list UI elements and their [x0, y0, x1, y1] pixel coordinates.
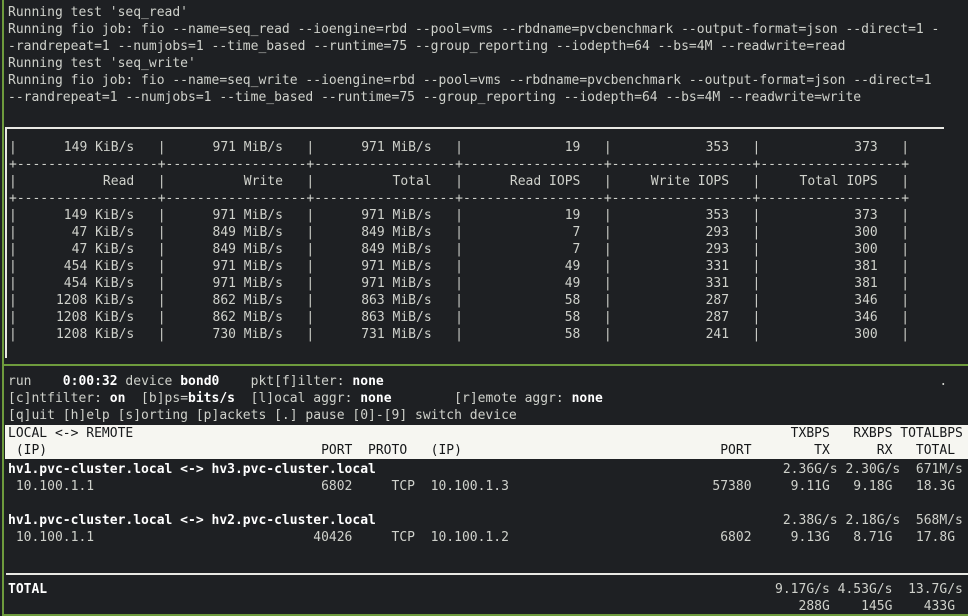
jnettop-keys-line: [q]uit [h]elp [s]orting [p]ackets [.] pa… [8, 407, 947, 424]
stream-rates: 2.38G/s 2.18G/s 568M/s [376, 513, 963, 528]
fio-table-separator: +------------------+------------------+-… [9, 156, 909, 173]
runtime-value: 0:00:32 [63, 374, 118, 389]
text-run: | 454 KiB/s | 971 MiB/s | 971 MiB/s | 49… [9, 259, 909, 274]
text-run: | 1208 KiB/s | 862 MiB/s | 863 MiB/s | 5… [9, 293, 909, 308]
fio-table-row: | 1208 KiB/s | 862 MiB/s | 863 MiB/s | 5… [9, 309, 909, 326]
jnettop-status-line-1: run 0:00:32 device bond0 pkt[f]ilter: no… [8, 373, 947, 390]
device-label: device [118, 374, 181, 389]
jnettop-total-pane: TOTAL 9.17G/s 4.53G/s 13.7G/s [8, 581, 963, 615]
jnettop-stream-detail: 10.100.1.1 40426 TCP 10.100.1.2 6802 9.1… [8, 529, 963, 546]
text-run: +------------------+------------------+-… [9, 191, 909, 206]
stream-hosts: hv1.pvc-cluster.local <-> hv2.pvc-cluste… [8, 513, 376, 528]
jnettop-status-pane: run 0:00:32 device bond0 pkt[f]ilter: no… [8, 373, 947, 424]
text-run: | 454 KiB/s | 971 MiB/s | 971 MiB/s | 49… [9, 276, 909, 291]
fio-table-preview-row: | 149 KiB/s | 971 MiB/s | 971 MiB/s | 19… [9, 139, 909, 156]
blank-line [8, 495, 963, 512]
text-run: | 149 KiB/s | 971 MiB/s | 971 MiB/s | 19… [9, 140, 909, 155]
pkt-filter-value: none [352, 374, 383, 389]
jnettop-status-line-2: [c]ntfilter: on [b]ps=bits/s [l]ocal agg… [8, 390, 947, 407]
pane-border-vertical [5, 129, 7, 358]
stream-detail: 10.100.1.1 40426 TCP 10.100.1.2 6802 9.1… [8, 530, 955, 545]
bps-label: [b]ps= [125, 391, 188, 406]
fio-log-pane: Running test 'seq_read' Running fio job:… [8, 4, 939, 106]
device-value: bond0 [180, 374, 219, 389]
jnettop-column-header: LOCAL <-> REMOTE TXBPS RXBPS TOTALBPS (I… [5, 425, 968, 459]
text-run: +------------------+------------------+-… [9, 157, 909, 172]
fio-log-line: --randrepeat=1 --numjobs=1 --time_based … [8, 89, 939, 106]
pane-divider-horizontal [5, 127, 944, 129]
fio-table-header-row: | Read | Write | Total | Read IOPS | Wri… [9, 173, 909, 190]
cntfilter-value: on [110, 391, 126, 406]
total-label: TOTAL [8, 582, 47, 597]
jnettop-streams-list: hv1.pvc-cluster.local <-> hv3.pvc-cluste… [8, 461, 963, 546]
keys-help: [q]uit [h]elp [s]orting [p]ackets [.] pa… [8, 408, 517, 423]
jnettop-total-counts: 288G 145G 433G [8, 598, 963, 615]
corner-dot: . [384, 374, 948, 389]
fio-log-line: Running fio job: fio --name=seq_read --i… [8, 21, 939, 38]
text-run: | 47 KiB/s | 849 MiB/s | 849 MiB/s | 7 |… [9, 225, 909, 240]
jnettop-header-line-2: (IP) PORT PROTO (IP) PORT TX RX TOTAL [8, 442, 968, 459]
fio-results-table: | 149 KiB/s | 971 MiB/s | 971 MiB/s | 19… [9, 139, 909, 343]
terminal-screen[interactable]: Running test 'seq_read' Running fio job:… [0, 0, 968, 616]
fio-table-row: | 1208 KiB/s | 730 MiB/s | 731 MiB/s | 5… [9, 326, 909, 343]
fio-table-row: | 1208 KiB/s | 862 MiB/s | 863 MiB/s | 5… [9, 292, 909, 309]
fio-table-separator: +------------------+------------------+-… [9, 190, 909, 207]
pkt-filter-label: pkt[f]ilter: [219, 374, 352, 389]
text-run: | 47 KiB/s | 849 MiB/s | 849 MiB/s | 7 |… [9, 242, 909, 257]
cntfilter-label: [c]ntfilter: [8, 391, 110, 406]
run-label: run [8, 374, 63, 389]
window-border-left [2, 0, 4, 616]
fio-log-line: -randrepeat=1 --numjobs=1 --time_based -… [8, 38, 939, 55]
fio-table-row: | 47 KiB/s | 849 MiB/s | 849 MiB/s | 7 |… [9, 241, 909, 258]
text-run: | Read | Write | Total | Read IOPS | Wri… [9, 174, 909, 189]
local-aggr-value: none [360, 391, 391, 406]
stream-detail: 10.100.1.1 6802 TCP 10.100.1.3 57380 9.1… [8, 479, 955, 494]
fio-table-row: | 47 KiB/s | 849 MiB/s | 849 MiB/s | 7 |… [9, 224, 909, 241]
bps-value: bits/s [188, 391, 235, 406]
text-run: | 149 KiB/s | 971 MiB/s | 971 MiB/s | 19… [9, 208, 909, 223]
jnettop-header-line-1: LOCAL <-> REMOTE TXBPS RXBPS TOTALBPS [8, 425, 968, 442]
fio-table-row: | 454 KiB/s | 971 MiB/s | 971 MiB/s | 49… [9, 275, 909, 292]
total-divider [6, 573, 968, 575]
window-divider-middle [2, 364, 968, 366]
remote-aggr-value: none [572, 391, 603, 406]
local-aggr-label: [l]ocal aggr: [235, 391, 360, 406]
total-counts: 288G 145G 433G [8, 599, 955, 614]
remote-aggr-label: [r]emote aggr: [392, 391, 572, 406]
fio-table-row: | 149 KiB/s | 971 MiB/s | 971 MiB/s | 19… [9, 207, 909, 224]
jnettop-stream-hosts: hv1.pvc-cluster.local <-> hv3.pvc-cluste… [8, 461, 963, 478]
total-rates: 9.17G/s 4.53G/s 13.7G/s [47, 582, 963, 597]
jnettop-stream-detail: 10.100.1.1 6802 TCP 10.100.1.3 57380 9.1… [8, 478, 963, 495]
stream-hosts: hv1.pvc-cluster.local <-> hv3.pvc-cluste… [8, 462, 376, 477]
jnettop-stream-hosts: hv1.pvc-cluster.local <-> hv2.pvc-cluste… [8, 512, 963, 529]
fio-table-row: | 454 KiB/s | 971 MiB/s | 971 MiB/s | 49… [9, 258, 909, 275]
text-run: | 1208 KiB/s | 730 MiB/s | 731 MiB/s | 5… [9, 327, 909, 342]
header-row-1: LOCAL <-> REMOTE TXBPS RXBPS TOTALBPS [8, 426, 963, 441]
fio-log-line: Running test 'seq_read' [8, 4, 939, 21]
jnettop-total-line: TOTAL 9.17G/s 4.53G/s 13.7G/s [8, 581, 963, 598]
text-run: | 1208 KiB/s | 862 MiB/s | 863 MiB/s | 5… [9, 310, 909, 325]
stream-rates: 2.36G/s 2.30G/s 671M/s [376, 462, 963, 477]
fio-log-line: Running test 'seq_write' [8, 55, 939, 72]
header-row-2: (IP) PORT PROTO (IP) PORT TX RX TOTAL [8, 443, 955, 458]
fio-log-line: Running fio job: fio --name=seq_write --… [8, 72, 939, 89]
